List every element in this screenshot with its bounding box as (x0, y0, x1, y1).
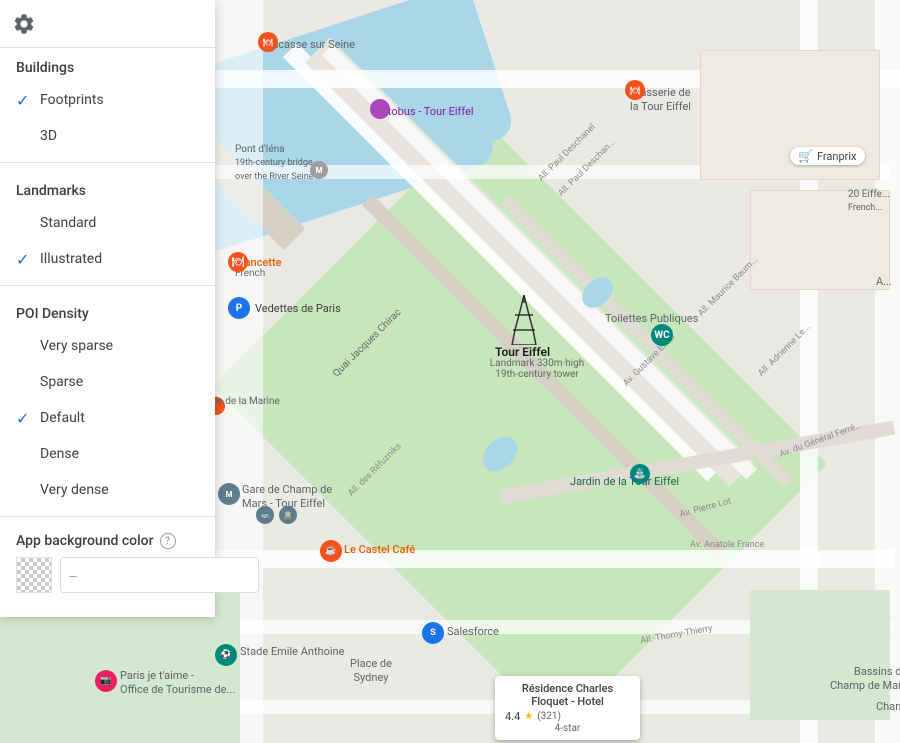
dense-label: Dense (40, 446, 79, 462)
poi-salesforce[interactable]: S (422, 622, 444, 644)
very-sparse-label: Very sparse (40, 338, 113, 354)
gear-icon (12, 12, 36, 36)
dense-option[interactable]: Dense (0, 436, 215, 472)
eiffel-tower-icon (510, 295, 538, 349)
sparse-label: Sparse (40, 374, 83, 390)
default-label: Default (40, 410, 85, 426)
footprints-label: Footprints (40, 92, 104, 108)
very-dense-label: Very dense (40, 482, 109, 498)
illustrated-check: ✓ (16, 250, 29, 269)
hotel-rating: 4.4 (505, 710, 520, 723)
poi-density-section-label: POI Density (0, 294, 215, 328)
poi-brasserie[interactable]: 🍽 (625, 80, 645, 100)
divider-2 (0, 285, 215, 286)
help-icon[interactable]: ? (160, 533, 176, 549)
default-option[interactable]: ✓ Default (0, 400, 215, 436)
very-sparse-option[interactable]: Very sparse (0, 328, 215, 364)
app-bg-color-section: App background color ? (0, 525, 215, 601)
default-check: ✓ (16, 409, 29, 428)
settings-panel: Buildings ✓ Footprints 3D Landmarks Stan… (0, 0, 215, 617)
standard-label: Standard (40, 215, 96, 231)
footprints-check: ✓ (16, 91, 29, 110)
app-bg-color-label: App background color (16, 533, 154, 549)
color-input-row (16, 557, 199, 593)
franprix-label: Franprix (817, 150, 857, 163)
divider-1 (0, 162, 215, 163)
hotel-reviews: (321) (537, 711, 561, 722)
divider-3 (0, 516, 215, 517)
poi-ducasse[interactable]: 🍽 (258, 32, 278, 52)
footprints-option[interactable]: ✓ Footprints (0, 82, 215, 118)
panel-header (0, 0, 215, 48)
poi-toilettes[interactable]: WC (651, 324, 673, 346)
illustrated-option[interactable]: ✓ Illustrated (0, 241, 215, 277)
poi-gare-bus[interactable]: 🚌 (256, 506, 274, 524)
franprix-badge[interactable]: 🛒 Franprix (790, 147, 865, 165)
poi-gare-champ[interactable]: M (218, 483, 240, 505)
illustrated-label: Illustrated (40, 251, 102, 267)
sparse-option[interactable]: Sparse (0, 364, 215, 400)
poi-batobus[interactable] (370, 99, 390, 119)
3d-option[interactable]: 3D (0, 118, 215, 154)
very-dense-option[interactable]: Very dense (0, 472, 215, 508)
poi-tourism[interactable]: 📷 (95, 670, 117, 692)
poi-jardin[interactable]: ⛲ (630, 464, 650, 484)
poi-stade[interactable]: ⚽ (215, 644, 237, 666)
hotel-info-card[interactable]: Résidence CharlesFloquet - Hotel 4.4 ★ (… (495, 676, 640, 740)
color-swatch[interactable] (16, 557, 52, 593)
poi-vedettes[interactable]: P (228, 297, 250, 319)
poi-gare-tram[interactable]: 🚊 (279, 506, 297, 524)
poi-francette[interactable]: 🍽 (228, 252, 248, 272)
hotel-category: 4-star (505, 723, 630, 734)
hotel-stars: ★ (524, 711, 533, 722)
standard-option[interactable]: Standard (0, 205, 215, 241)
poi-castel[interactable]: ☕ (320, 540, 342, 562)
buildings-section-label: Buildings (0, 48, 215, 82)
hotel-name: Résidence CharlesFloquet - Hotel (505, 682, 630, 708)
poi-pont[interactable]: M (310, 161, 328, 179)
color-text-input[interactable] (60, 557, 259, 593)
landmarks-section-label: Landmarks (0, 171, 215, 205)
3d-label: 3D (40, 128, 57, 144)
